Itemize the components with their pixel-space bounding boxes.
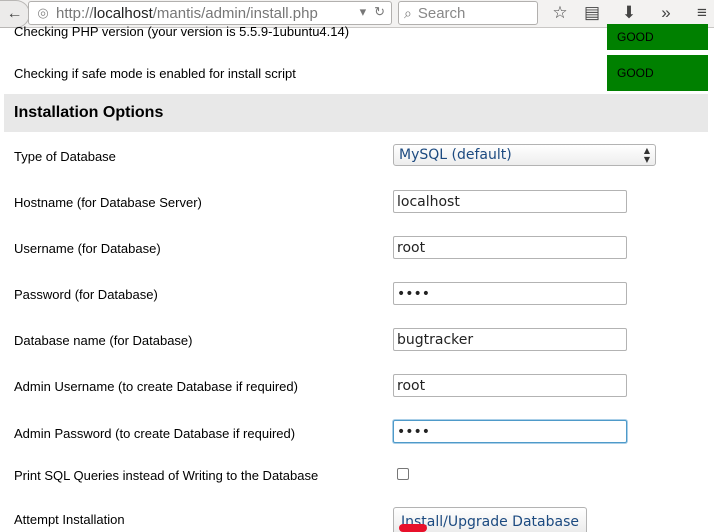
dbname-input[interactable]: bugtracker [393,328,627,351]
hostname-label: Hostname (for Database Server) [14,195,202,210]
reload-icon[interactable]: ↻ [374,4,385,20]
hostname-input[interactable]: localhost [393,190,627,213]
admin-username-label: Admin Username (to create Database if re… [14,379,298,394]
url-path: /mantis/admin/install.php [152,4,318,22]
menu-icon[interactable]: ≡ [690,2,714,24]
url-icons: ▾ ↻ [360,4,385,20]
url-text: http://localhost/mantis/admin/install.ph… [56,5,318,22]
username-input[interactable]: root [393,236,627,259]
check-label: Checking if safe mode is enabled for ins… [14,66,296,81]
admin-password-label: Admin Password (to create Database if re… [14,426,296,441]
username-label: Username (for Database) [14,241,161,256]
check-row-php-version: Checking PHP version (your version is 5.… [0,24,714,50]
check-label: Checking PHP version (your version is 5.… [14,24,350,39]
back-arrow-icon: ← [6,5,23,22]
globe-icon: ◎ [37,5,49,20]
search-placeholder: Search [417,4,466,22]
print-sql-label: Print SQL Queries instead of Writing to … [14,468,319,483]
db-type-value: MySQL (default) [399,147,512,163]
dbname-label: Database name (for Database) [14,333,193,348]
search-icon: ⌕ [404,4,412,21]
db-type-select[interactable]: MySQL (default) ▲ ▼ [393,144,656,166]
url-host: localhost [93,4,153,22]
attempt-installation-label: Attempt Installation [14,512,125,527]
dropdown-icon[interactable]: ▾ [360,4,367,20]
bookmark-star-icon[interactable]: ☆ [548,2,572,24]
search-bar[interactable]: ⌕ Search [398,1,538,25]
admin-password-input[interactable]: •••• [393,420,627,443]
check-row-safe-mode: Checking if safe mode is enabled for ins… [0,55,714,91]
status-badge: GOOD [607,24,708,50]
page-content: Checking PHP version (your version is 5.… [0,24,714,532]
url-bar[interactable]: ◎ http://localhost/mantis/admin/install.… [28,1,392,25]
print-sql-checkbox[interactable] [397,468,409,480]
highlight-mark [399,524,427,532]
admin-username-input[interactable]: root [393,374,627,397]
password-label: Password (for Database) [14,287,158,302]
overflow-chevron-icon[interactable]: » [654,2,678,24]
status-badge: GOOD [607,55,708,91]
url-prefix: http:// [56,4,94,22]
select-arrows-icon: ▲ ▼ [643,146,650,164]
section-title: Installation Options [4,94,708,132]
reading-list-icon[interactable]: ▤ [580,2,604,24]
password-input[interactable]: •••• [393,282,627,305]
db-type-label: Type of Database [14,149,116,164]
download-icon[interactable]: ⬇ [617,2,641,24]
